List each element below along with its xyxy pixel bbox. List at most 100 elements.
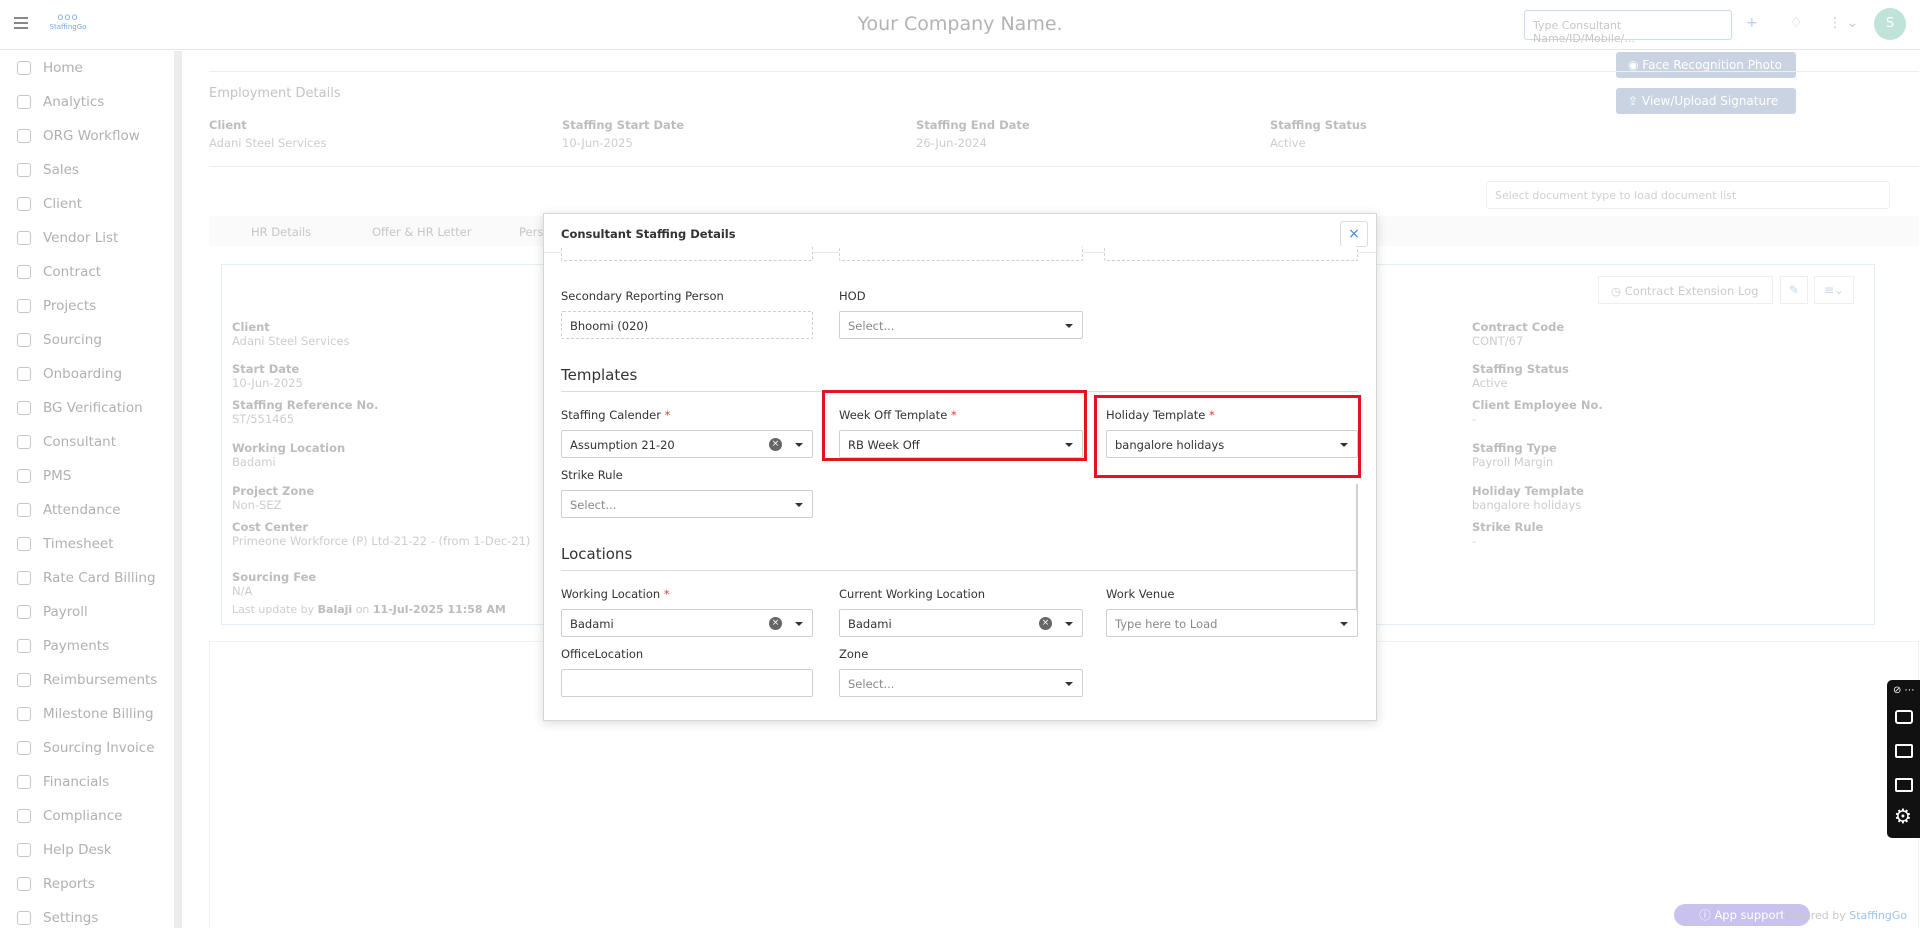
- templates-title: Templates: [561, 366, 638, 384]
- sidebar-item-home[interactable]: Home: [0, 51, 174, 85]
- sidebar-item-pms[interactable]: PMS: [0, 459, 174, 493]
- sidebar-item-bg-verification[interactable]: BG Verification: [0, 391, 174, 425]
- field-label: Cost Center: [232, 520, 309, 534]
- client-value: Adani Steel Services: [209, 136, 327, 150]
- sidebar-item-sales[interactable]: Sales: [0, 153, 174, 187]
- sidebar-item-reports[interactable]: Reports: [0, 867, 174, 901]
- sidebar-item-compliance[interactable]: Compliance: [0, 799, 174, 833]
- field-label: Sourcing Fee: [232, 570, 317, 584]
- settings-gear-icon[interactable]: ⚙: [1894, 804, 1912, 828]
- chevron-down-icon: [795, 443, 803, 447]
- projects-icon: [17, 299, 31, 313]
- compliance-icon: [17, 809, 31, 823]
- clear-icon[interactable]: ×: [769, 617, 782, 630]
- hod-label: HOD: [839, 289, 866, 303]
- sidebar-item-contract[interactable]: Contract: [0, 255, 174, 289]
- current-working-location-select[interactable]: Badami ×: [839, 609, 1083, 637]
- tab-personal[interactable]: Pers: [519, 225, 543, 239]
- sidebar-item-label: Onboarding: [43, 366, 123, 382]
- clear-icon[interactable]: ×: [769, 438, 782, 451]
- list-menu-icon[interactable]: ≡⌄: [1814, 276, 1854, 304]
- more-menu-icon[interactable]: ⋮ ⌄: [1828, 15, 1858, 31]
- chevron-down-icon: [1065, 324, 1073, 328]
- consultant-search-input[interactable]: Type Consultant Name/ID/Mobile/...: [1524, 10, 1732, 45]
- sidebar-item-label: Reports: [43, 876, 95, 892]
- sidebar-item-label: Rate Card Billing: [43, 570, 156, 586]
- bg-verification-icon: [17, 401, 31, 415]
- employment-details-title: Employment Details: [209, 86, 341, 101]
- secondary-reporting-value: Bhoomi (020): [570, 319, 649, 333]
- sidebar-item-analytics[interactable]: Analytics: [0, 85, 174, 119]
- payments-icon: [17, 639, 31, 653]
- sidebar-item-org-workflow[interactable]: ORG Workflow: [0, 119, 174, 153]
- modal-scrollbar[interactable]: [1356, 484, 1358, 624]
- plus-icon[interactable]: +: [1746, 15, 1758, 31]
- sidebar-item-vendor-list[interactable]: Vendor List: [0, 221, 174, 255]
- chevron-down-icon: [795, 503, 803, 507]
- screen-icon[interactable]: [1895, 778, 1913, 792]
- strike-rule-select[interactable]: Select...: [561, 490, 813, 518]
- sidebar-item-timesheet[interactable]: Timesheet: [0, 527, 174, 561]
- avatar[interactable]: S: [1874, 8, 1906, 40]
- upload-icon: ⇪: [1628, 94, 1642, 108]
- eye-icon: ◉: [1628, 58, 1643, 72]
- status-value: Active: [1270, 136, 1306, 150]
- clear-icon[interactable]: ×: [1039, 617, 1052, 630]
- contract-extension-log-button[interactable]: ◷ Contract Extension Log: [1598, 276, 1773, 304]
- powered-by-brand[interactable]: StaffingGo: [1849, 909, 1907, 922]
- field-value: bangalore holidays: [1472, 498, 1582, 512]
- more-options-icon[interactable]: ⊘ ⋯: [1893, 685, 1915, 696]
- app-support-label: App support: [1714, 908, 1785, 922]
- field-label: Holiday Template: [1472, 484, 1584, 498]
- close-icon[interactable]: ×: [1340, 221, 1368, 247]
- sidebar-item-consultant[interactable]: Consultant: [0, 425, 174, 459]
- sidebar-item-settings[interactable]: Settings: [0, 901, 174, 928]
- sidebar-item-label: Timesheet: [43, 536, 114, 552]
- sidebar-item-reimbursements[interactable]: Reimbursements: [0, 663, 174, 697]
- working-location-select[interactable]: Badami ×: [561, 609, 813, 637]
- zone-select[interactable]: Select...: [839, 669, 1083, 697]
- contract-icon: [17, 265, 31, 279]
- start-date-value: 10-Jun-2025: [562, 136, 633, 150]
- sidebar-item-rate-card-billing[interactable]: Rate Card Billing: [0, 561, 174, 595]
- face-recognition-button[interactable]: ◉ Face Recognition Photo: [1616, 52, 1796, 78]
- floating-toolbar: ⊘ ⋯ ⚙: [1887, 680, 1920, 838]
- doc-select-placeholder: Select document type to load document li…: [1495, 189, 1737, 202]
- bell-icon[interactable]: ♢: [1790, 15, 1803, 31]
- tab-offer-letter[interactable]: Offer & HR Letter: [372, 225, 471, 239]
- office-location-input[interactable]: [561, 669, 813, 697]
- document-type-select[interactable]: Select document type to load document li…: [1486, 181, 1890, 209]
- current-location-value: Badami: [848, 617, 892, 631]
- divider: [209, 71, 1919, 72]
- sidebar-item-sourcing-invoice[interactable]: Sourcing Invoice: [0, 731, 174, 765]
- client-icon: [17, 197, 31, 211]
- calendar-label-text: Staffing Calender: [561, 408, 661, 422]
- field-label: Contract Code: [1472, 320, 1565, 334]
- sidebar-item-financials[interactable]: Financials: [0, 765, 174, 799]
- sidebar-item-sourcing[interactable]: Sourcing: [0, 323, 174, 357]
- sidebar-item-client[interactable]: Client: [0, 187, 174, 221]
- sidebar-item-projects[interactable]: Projects: [0, 289, 174, 323]
- hod-select[interactable]: Select...: [839, 311, 1083, 339]
- video-icon[interactable]: [1895, 744, 1913, 758]
- sidebar-item-payments[interactable]: Payments: [0, 629, 174, 663]
- last-update-prefix: Last update by: [232, 603, 315, 616]
- sidebar-item-attendance[interactable]: Attendance: [0, 493, 174, 527]
- financials-icon: [17, 775, 31, 789]
- status-label: Staffing Status: [1270, 118, 1367, 132]
- sidebar-item-help-desk[interactable]: Help Desk: [0, 833, 174, 867]
- hod-value: Select...: [848, 319, 895, 333]
- payroll-icon: [17, 605, 31, 619]
- upload-signature-button[interactable]: ⇪ View/Upload Signature: [1616, 88, 1796, 114]
- tab-hr-details[interactable]: HR Details: [251, 225, 311, 239]
- milestone-icon: [17, 707, 31, 721]
- work-venue-select[interactable]: Type here to Load: [1106, 609, 1358, 637]
- sidebar-item-payroll[interactable]: Payroll: [0, 595, 174, 629]
- sidebar-item-milestone-billing[interactable]: Milestone Billing: [0, 697, 174, 731]
- chevron-down-icon: [1065, 622, 1073, 626]
- edit-icon[interactable]: ✎: [1780, 276, 1808, 304]
- camera-icon[interactable]: [1895, 710, 1913, 724]
- end-date-label: Staffing End Date: [916, 118, 1030, 132]
- sidebar-item-onboarding[interactable]: Onboarding: [0, 357, 174, 391]
- staffing-calender-select[interactable]: Assumption 21-20 ×: [561, 430, 813, 458]
